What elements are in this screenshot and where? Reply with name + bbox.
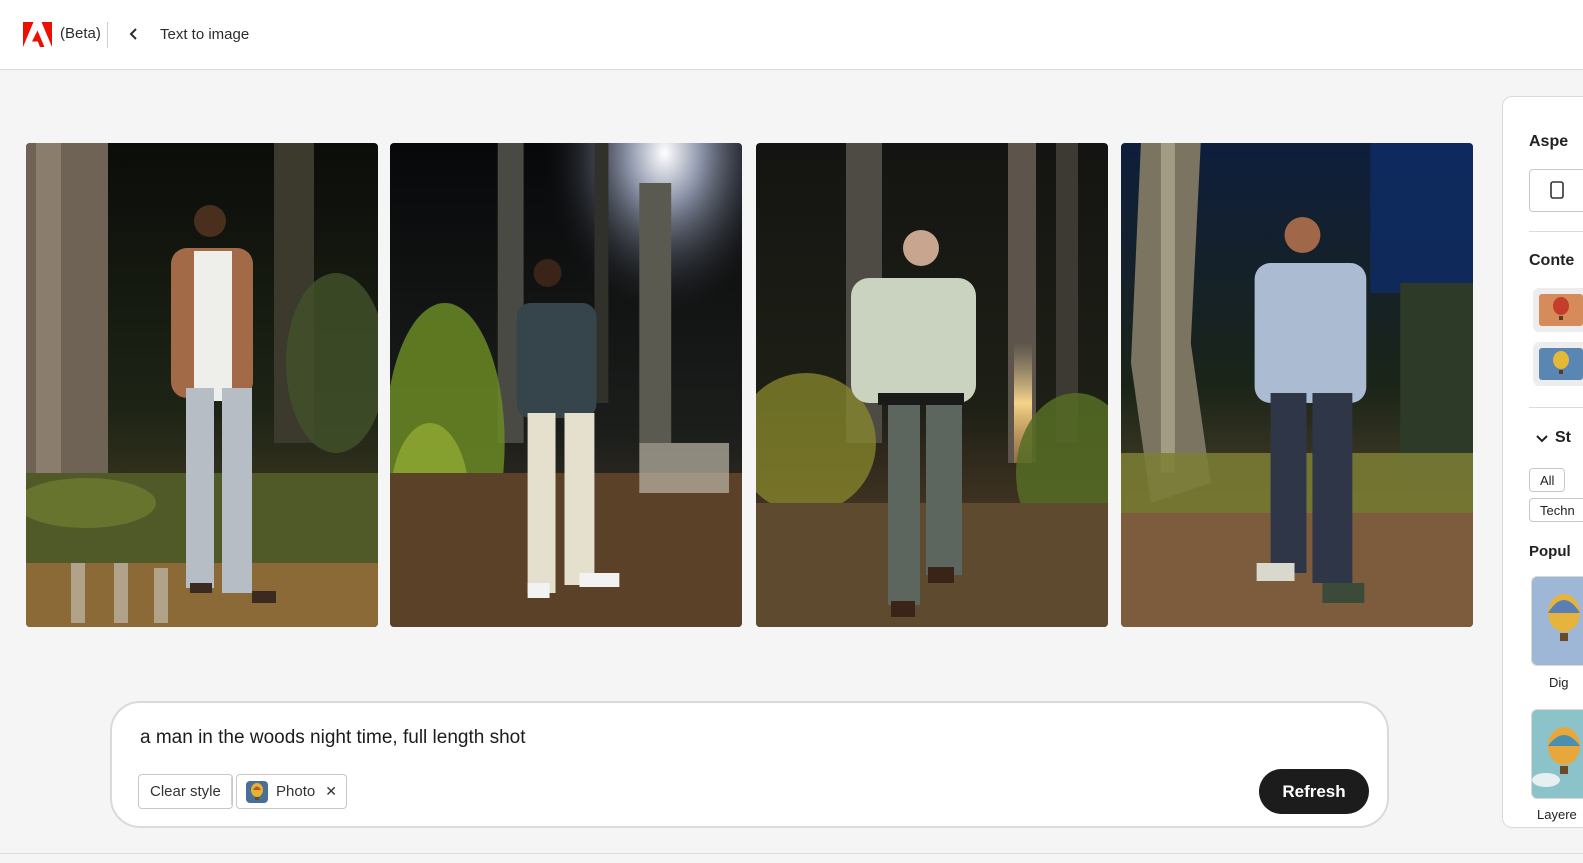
- aspect-ratio-select[interactable]: [1529, 169, 1583, 212]
- style-caption-2: Layere: [1537, 807, 1577, 822]
- style-thumb-layered-paper[interactable]: [1531, 709, 1583, 799]
- header-divider: [107, 22, 108, 48]
- content-type-heading: Conte: [1529, 252, 1575, 269]
- generated-image-3[interactable]: [756, 143, 1108, 627]
- close-icon[interactable]: ✕: [325, 783, 337, 800]
- back-button[interactable]: [124, 24, 144, 44]
- generated-image-1[interactable]: [26, 143, 378, 627]
- section-divider: [1529, 231, 1583, 232]
- balloon-digital-icon: [1532, 577, 1583, 665]
- filter-all[interactable]: All: [1529, 468, 1566, 492]
- adobe-logo-icon[interactable]: [23, 22, 52, 47]
- prompt-panel: a man in the woods night time, full leng…: [110, 701, 1389, 828]
- aspect-ratio-heading: Aspe: [1529, 133, 1569, 150]
- beta-label: (Beta): [60, 25, 101, 42]
- chevron-left-icon: [129, 28, 137, 40]
- portrait-icon: [1550, 181, 1564, 199]
- hot-air-balloon-icon: [246, 780, 268, 803]
- styles-heading: St: [1555, 429, 1571, 446]
- content-type-art[interactable]: [1533, 288, 1583, 332]
- style-caption-1: Dig: [1549, 675, 1569, 690]
- style-thumb-digital-art[interactable]: [1531, 576, 1583, 666]
- clear-style-button[interactable]: Clear style: [138, 774, 233, 809]
- generated-image-2[interactable]: [390, 143, 742, 627]
- chevron-down-icon[interactable]: [1536, 434, 1548, 444]
- page-title: Text to image: [160, 26, 250, 43]
- balloon-photo-icon: [1539, 348, 1583, 380]
- section-divider: [1529, 407, 1583, 408]
- generated-image-4[interactable]: [1121, 143, 1473, 627]
- app-header: (Beta) Text to image: [0, 0, 1583, 70]
- popular-heading: Popul: [1529, 543, 1571, 560]
- balloon-layered-icon: [1532, 710, 1583, 798]
- settings-panel: Aspe Conte St All Techn Popul Dig Layere: [1502, 96, 1583, 828]
- filter-techniques[interactable]: Techn: [1529, 498, 1583, 522]
- balloon-art-icon: [1539, 294, 1583, 326]
- style-chip-photo: Photo ✕: [236, 774, 347, 809]
- chip-divider: [231, 777, 232, 805]
- footer-border: [0, 853, 1583, 854]
- refresh-button[interactable]: Refresh: [1259, 769, 1369, 814]
- content-type-photo[interactable]: [1533, 342, 1583, 386]
- prompt-input[interactable]: a man in the woods night time, full leng…: [140, 727, 526, 749]
- style-chip-label: Photo: [276, 783, 316, 800]
